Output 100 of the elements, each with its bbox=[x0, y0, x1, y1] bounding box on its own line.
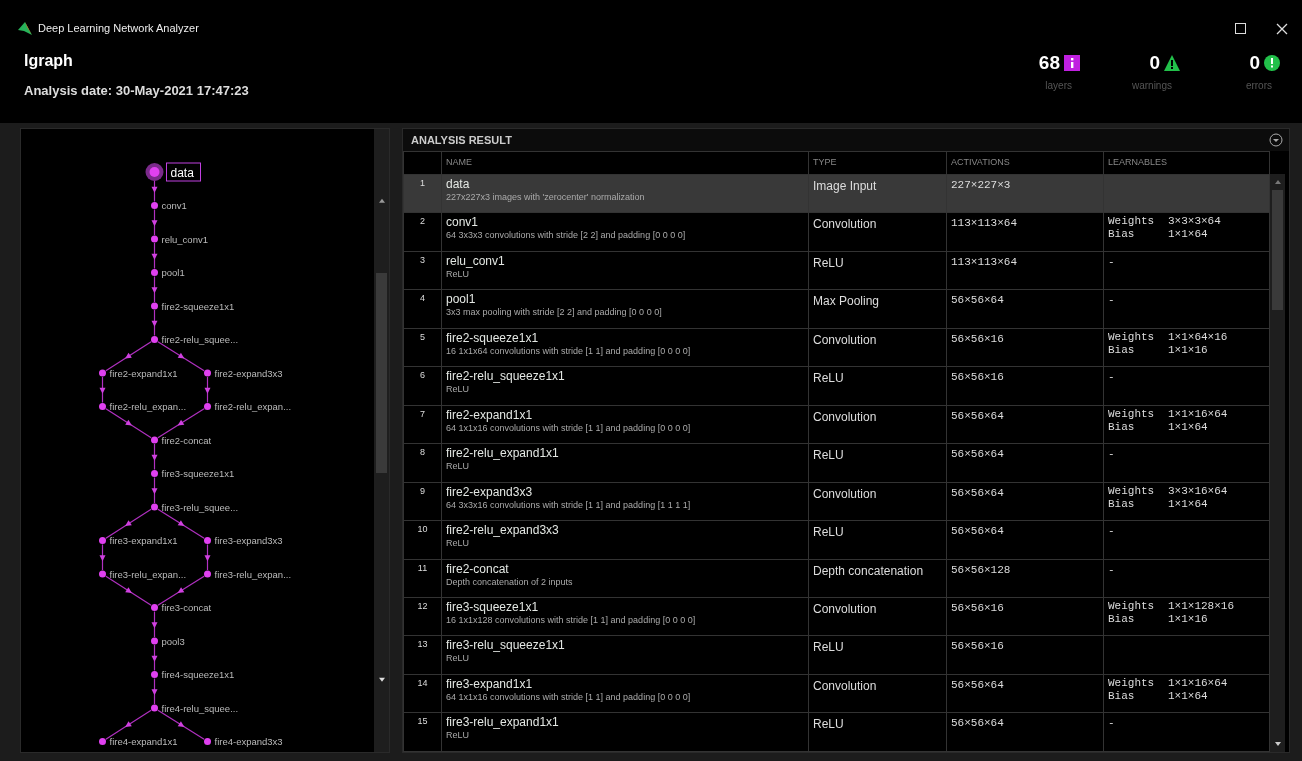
node-label[interactable]: pool1 bbox=[161, 267, 185, 278]
graph-node[interactable] bbox=[151, 671, 158, 678]
row-number: 6 bbox=[403, 366, 442, 406]
graph-node[interactable] bbox=[151, 235, 158, 243]
row-number: 8 bbox=[403, 443, 442, 483]
table-cell: Convolution bbox=[808, 212, 947, 252]
learnable-size: 3×3×16×64 bbox=[1168, 484, 1229, 498]
maximize-icon[interactable] bbox=[1235, 23, 1246, 34]
scroll-thumb[interactable] bbox=[376, 272, 387, 473]
panel-title: ANALYSIS RESULT bbox=[411, 132, 512, 148]
node-label[interactable]: data bbox=[166, 162, 201, 182]
column-header: LEARNABLES bbox=[1103, 151, 1270, 175]
node-label[interactable]: fire4-relu_squee... bbox=[161, 702, 239, 714]
scroll-thumb[interactable] bbox=[1272, 190, 1283, 310]
graph-node[interactable] bbox=[204, 537, 211, 544]
graph-node[interactable] bbox=[145, 163, 164, 181]
table-cell: - bbox=[1103, 559, 1270, 598]
stat-label: layers bbox=[1045, 78, 1072, 93]
error-icon bbox=[1264, 55, 1280, 72]
connector-arrow bbox=[99, 543, 106, 571]
graph-node[interactable] bbox=[151, 704, 158, 712]
layer-description: ReLU bbox=[446, 460, 470, 473]
graph-node[interactable] bbox=[151, 470, 158, 477]
stat-label: errors bbox=[1245, 78, 1272, 93]
layer-name: fire3-relu_expand1x1 bbox=[446, 715, 560, 730]
node-label[interactable]: fire4-expand1x1 bbox=[109, 736, 178, 747]
scroll-down-icon[interactable] bbox=[1273, 740, 1282, 748]
layer-description: 3x3 max pooling with stride [2 2] and padding [0 0 0 0] bbox=[446, 306, 663, 319]
graph-node[interactable] bbox=[151, 269, 158, 276]
graph-node[interactable] bbox=[99, 738, 106, 745]
table-cell: ReLU bbox=[808, 366, 947, 406]
node-label[interactable]: fire2-squeeze1x1 bbox=[161, 300, 235, 312]
node-label[interactable]: pool3 bbox=[161, 635, 185, 647]
collapse-icon[interactable] bbox=[1269, 133, 1283, 147]
node-label[interactable]: fire4-expand3x3 bbox=[214, 736, 283, 747]
learnable-name: Weights bbox=[1108, 600, 1156, 613]
row-number: 7 bbox=[403, 405, 442, 444]
layer-description: 16 1x1x128 convolutions with stride [1 1] and padding [0 0 0 0] bbox=[446, 614, 697, 626]
node-label[interactable]: fire2-relu_expan... bbox=[214, 401, 292, 412]
row-number: 3 bbox=[403, 251, 442, 290]
layer-description: ReLU bbox=[446, 652, 470, 665]
node-label[interactable]: fire2-relu_squee... bbox=[161, 334, 239, 345]
table-cell: 56×56×128 bbox=[946, 559, 1104, 598]
learnable-name: Bias bbox=[1108, 497, 1136, 511]
node-label[interactable]: conv1 bbox=[161, 200, 187, 211]
row-number: 1 bbox=[403, 174, 442, 213]
layer-description: 64 1x1x16 convolutions with stride [1 1] and padding [0 0 0 0] bbox=[446, 691, 692, 703]
graph-node[interactable] bbox=[151, 637, 158, 645]
node-label[interactable]: fire3-relu_squee... bbox=[161, 501, 239, 513]
node-label[interactable]: fire2-relu_expan... bbox=[109, 401, 187, 412]
graph-node[interactable] bbox=[99, 403, 106, 410]
row-number: 10 bbox=[403, 520, 442, 560]
connector-arrow bbox=[99, 376, 106, 404]
layer-name: relu_conv1 bbox=[446, 253, 506, 268]
graph-node[interactable] bbox=[204, 369, 211, 377]
table-cell: ReLU bbox=[808, 712, 947, 752]
table-cell: ReLU bbox=[808, 635, 947, 675]
node-label[interactable]: fire2-expand1x1 bbox=[109, 367, 178, 379]
learnable-name: Weights bbox=[1108, 215, 1156, 229]
node-label[interactable]: fire3-expand1x1 bbox=[109, 535, 178, 546]
scrollbar[interactable] bbox=[374, 129, 389, 752]
layer-description: ReLU bbox=[446, 729, 470, 742]
layer-name: fire2-expand3x3 bbox=[446, 484, 534, 499]
scroll-up-icon[interactable] bbox=[1273, 178, 1282, 186]
graph-node[interactable] bbox=[99, 537, 106, 544]
node-label[interactable]: fire2-concat bbox=[161, 434, 212, 446]
table-cell: ReLU bbox=[808, 251, 947, 290]
graph-node[interactable] bbox=[204, 403, 211, 410]
graph-node[interactable] bbox=[151, 202, 158, 209]
node-label[interactable]: fire3-expand3x3 bbox=[214, 535, 283, 546]
layer-name: fire3-squeeze1x1 bbox=[446, 600, 540, 614]
table-cell: - bbox=[1103, 366, 1270, 406]
node-label[interactable]: fire3-concat bbox=[161, 602, 212, 613]
graph-node[interactable] bbox=[204, 570, 211, 578]
graph-node[interactable] bbox=[99, 369, 106, 377]
table-cell: 56×56×16 bbox=[946, 597, 1104, 636]
layer-name: fire2-concat bbox=[446, 561, 510, 576]
graph-node[interactable] bbox=[99, 570, 106, 578]
scrollbar[interactable] bbox=[1270, 174, 1285, 752]
node-label[interactable]: fire3-relu_expan... bbox=[109, 568, 187, 580]
node-label[interactable]: fire3-relu_expan... bbox=[214, 568, 292, 580]
node-label[interactable]: fire4-squeeze1x1 bbox=[161, 669, 235, 680]
graph-node[interactable] bbox=[151, 604, 158, 611]
connector-arrow bbox=[151, 610, 158, 638]
table-cell: Depth concatenation bbox=[808, 559, 947, 598]
node-label[interactable]: relu_conv1 bbox=[161, 233, 208, 245]
layer-name: fire2-relu_squeeze1x1 bbox=[446, 369, 566, 384]
table-cell: 56×56×64 bbox=[946, 674, 1104, 713]
graph-node[interactable] bbox=[151, 436, 158, 444]
connector-arrow bbox=[151, 242, 158, 270]
graph-node[interactable] bbox=[151, 503, 158, 511]
close-icon[interactable] bbox=[1276, 22, 1288, 35]
graph-node[interactable] bbox=[151, 336, 158, 343]
layer-description: 227x227x3 images with 'zerocenter' normalization bbox=[446, 191, 646, 203]
node-label[interactable]: fire2-expand3x3 bbox=[214, 367, 283, 379]
table-cell: 56×56×16 bbox=[946, 635, 1104, 675]
node-label[interactable]: fire3-squeeze1x1 bbox=[161, 468, 235, 479]
graph-node[interactable] bbox=[204, 738, 211, 745]
learnable-size: 1×1×16×64 bbox=[1168, 676, 1229, 690]
graph-node[interactable] bbox=[151, 302, 158, 310]
